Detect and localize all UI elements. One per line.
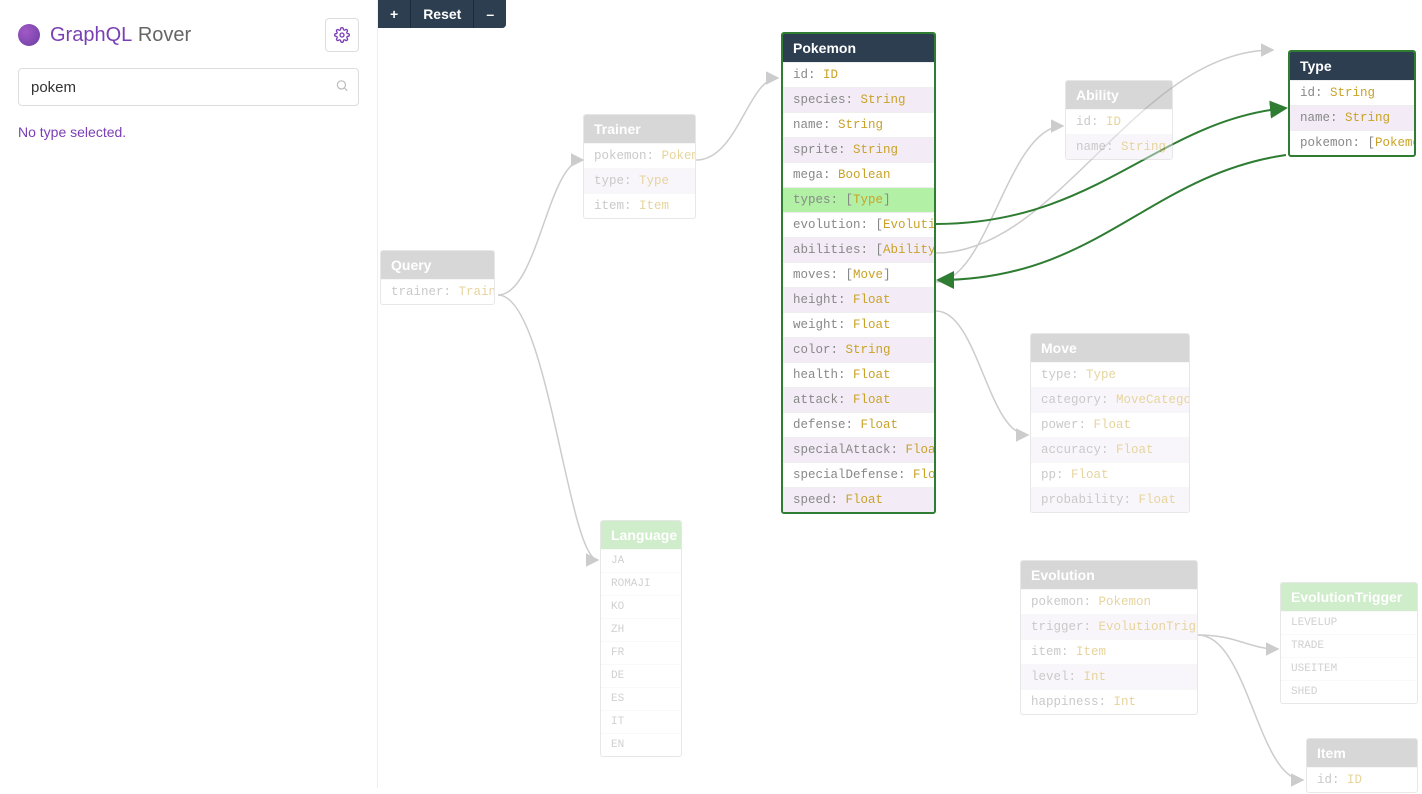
enum-value[interactable]: SHED	[1281, 680, 1417, 703]
node-header: Ability	[1066, 81, 1172, 109]
node-item[interactable]: Item id: ID	[1306, 738, 1418, 793]
field-pokemon[interactable]: pokemon: Pokemon	[1021, 589, 1197, 614]
search-icon	[335, 79, 349, 96]
node-header: Type	[1290, 52, 1414, 80]
field-level[interactable]: level: Int	[1021, 664, 1197, 689]
field-type[interactable]: type: Type	[1031, 362, 1189, 387]
node-pokemon[interactable]: Pokemon id: IDspecies: Stringname: Strin…	[781, 32, 936, 514]
node-language[interactable]: Language JAROMAJIKOZHFRDEESITEN	[600, 520, 682, 757]
enum-value[interactable]: TRADE	[1281, 634, 1417, 657]
node-header: Language	[601, 521, 681, 549]
enum-value[interactable]: FR	[601, 641, 681, 664]
field-abilities[interactable]: abilities: [Ability]	[783, 237, 934, 262]
no-type-message: No type selected.	[18, 124, 359, 140]
node-header: Item	[1307, 739, 1417, 767]
field-evolution[interactable]: evolution: [Evolution]	[783, 212, 934, 237]
field-accuracy[interactable]: accuracy: Float	[1031, 437, 1189, 462]
field-id[interactable]: id: String	[1290, 80, 1414, 105]
field-weight[interactable]: weight: Float	[783, 312, 934, 337]
settings-button[interactable]	[325, 18, 359, 52]
node-query[interactable]: Query trainer: Trainer	[380, 250, 495, 305]
reset-button[interactable]: Reset	[411, 0, 474, 28]
node-header: Evolution	[1021, 561, 1197, 589]
field-attack[interactable]: attack: Float	[783, 387, 934, 412]
brand-graphql: GraphQL	[50, 24, 132, 46]
zoom-in-button[interactable]: +	[378, 0, 411, 28]
field-species[interactable]: species: String	[783, 87, 934, 112]
enum-value[interactable]: EN	[601, 733, 681, 756]
field-name[interactable]: name: String	[1066, 134, 1172, 159]
field-name[interactable]: name: String	[1290, 105, 1414, 130]
search-wrap	[18, 68, 359, 106]
field-type[interactable]: type: Type	[584, 168, 695, 193]
field-speed[interactable]: speed: Float	[783, 487, 934, 512]
field-sprite[interactable]: sprite: String	[783, 137, 934, 162]
brand: GraphQL Rover	[18, 18, 359, 52]
sidebar: GraphQL Rover No type selected.	[0, 0, 378, 788]
field-trainer[interactable]: trainer: Trainer	[381, 279, 494, 304]
enum-value[interactable]: IT	[601, 710, 681, 733]
field-moves[interactable]: moves: [Move]	[783, 262, 934, 287]
node-header: Trainer	[584, 115, 695, 143]
field-specialDefense[interactable]: specialDefense: Float	[783, 462, 934, 487]
field-probability[interactable]: probability: Float	[1031, 487, 1189, 512]
enum-value[interactable]: ES	[601, 687, 681, 710]
field-pokemon[interactable]: pokemon: Pokemon	[584, 143, 695, 168]
zoom-out-button[interactable]: –	[474, 0, 506, 28]
enum-value[interactable]: JA	[601, 549, 681, 572]
field-color[interactable]: color: String	[783, 337, 934, 362]
enum-value[interactable]: ZH	[601, 618, 681, 641]
field-height[interactable]: height: Float	[783, 287, 934, 312]
field-item[interactable]: item: Item	[584, 193, 695, 218]
node-evolution-trigger[interactable]: EvolutionTrigger LEVELUPTRADEUSEITEMSHED	[1280, 582, 1418, 704]
field-item[interactable]: item: Item	[1021, 639, 1197, 664]
field-id[interactable]: id: ID	[783, 62, 934, 87]
brand-rover: Rover	[138, 24, 191, 46]
field-mega[interactable]: mega: Boolean	[783, 162, 934, 187]
node-header: Move	[1031, 334, 1189, 362]
brand-title: GraphQL Rover	[50, 24, 191, 47]
node-header: Pokemon	[783, 34, 934, 62]
field-specialAttack[interactable]: specialAttack: Float	[783, 437, 934, 462]
node-type[interactable]: Type id: Stringname: Stringpokemon: [Pok…	[1288, 50, 1416, 157]
field-happiness[interactable]: happiness: Int	[1021, 689, 1197, 714]
field-types[interactable]: types: [Type]	[783, 187, 934, 212]
node-header: Query	[381, 251, 494, 279]
enum-value[interactable]: DE	[601, 664, 681, 687]
field-pokemon[interactable]: pokemon: [Pokemon]	[1290, 130, 1414, 155]
node-evolution[interactable]: Evolution pokemon: Pokemontrigger: Evolu…	[1020, 560, 1198, 715]
enum-value[interactable]: LEVELUP	[1281, 611, 1417, 634]
field-id[interactable]: id: ID	[1066, 109, 1172, 134]
field-power[interactable]: power: Float	[1031, 412, 1189, 437]
field-category[interactable]: category: MoveCategory	[1031, 387, 1189, 412]
search-input[interactable]	[18, 68, 359, 106]
node-move[interactable]: Move type: Typecategory: MoveCategorypow…	[1030, 333, 1190, 513]
field-health[interactable]: health: Float	[783, 362, 934, 387]
enum-value[interactable]: KO	[601, 595, 681, 618]
node-header: EvolutionTrigger	[1281, 583, 1417, 611]
field-trigger[interactable]: trigger: EvolutionTrigger	[1021, 614, 1197, 639]
field-id[interactable]: id: ID	[1307, 767, 1417, 792]
field-pp[interactable]: pp: Float	[1031, 462, 1189, 487]
enum-value[interactable]: USEITEM	[1281, 657, 1417, 680]
logo-icon	[18, 24, 40, 46]
node-ability[interactable]: Ability id: IDname: String	[1065, 80, 1173, 160]
enum-value[interactable]: ROMAJI	[601, 572, 681, 595]
graph-canvas[interactable]: + Reset – Query trainer: Trainer Trainer…	[378, 0, 1422, 788]
field-name[interactable]: name: String	[783, 112, 934, 137]
zoom-toolbar: + Reset –	[378, 0, 506, 28]
field-defense[interactable]: defense: Float	[783, 412, 934, 437]
gear-icon	[334, 27, 350, 43]
node-trainer[interactable]: Trainer pokemon: Pokemontype: Typeitem: …	[583, 114, 696, 219]
